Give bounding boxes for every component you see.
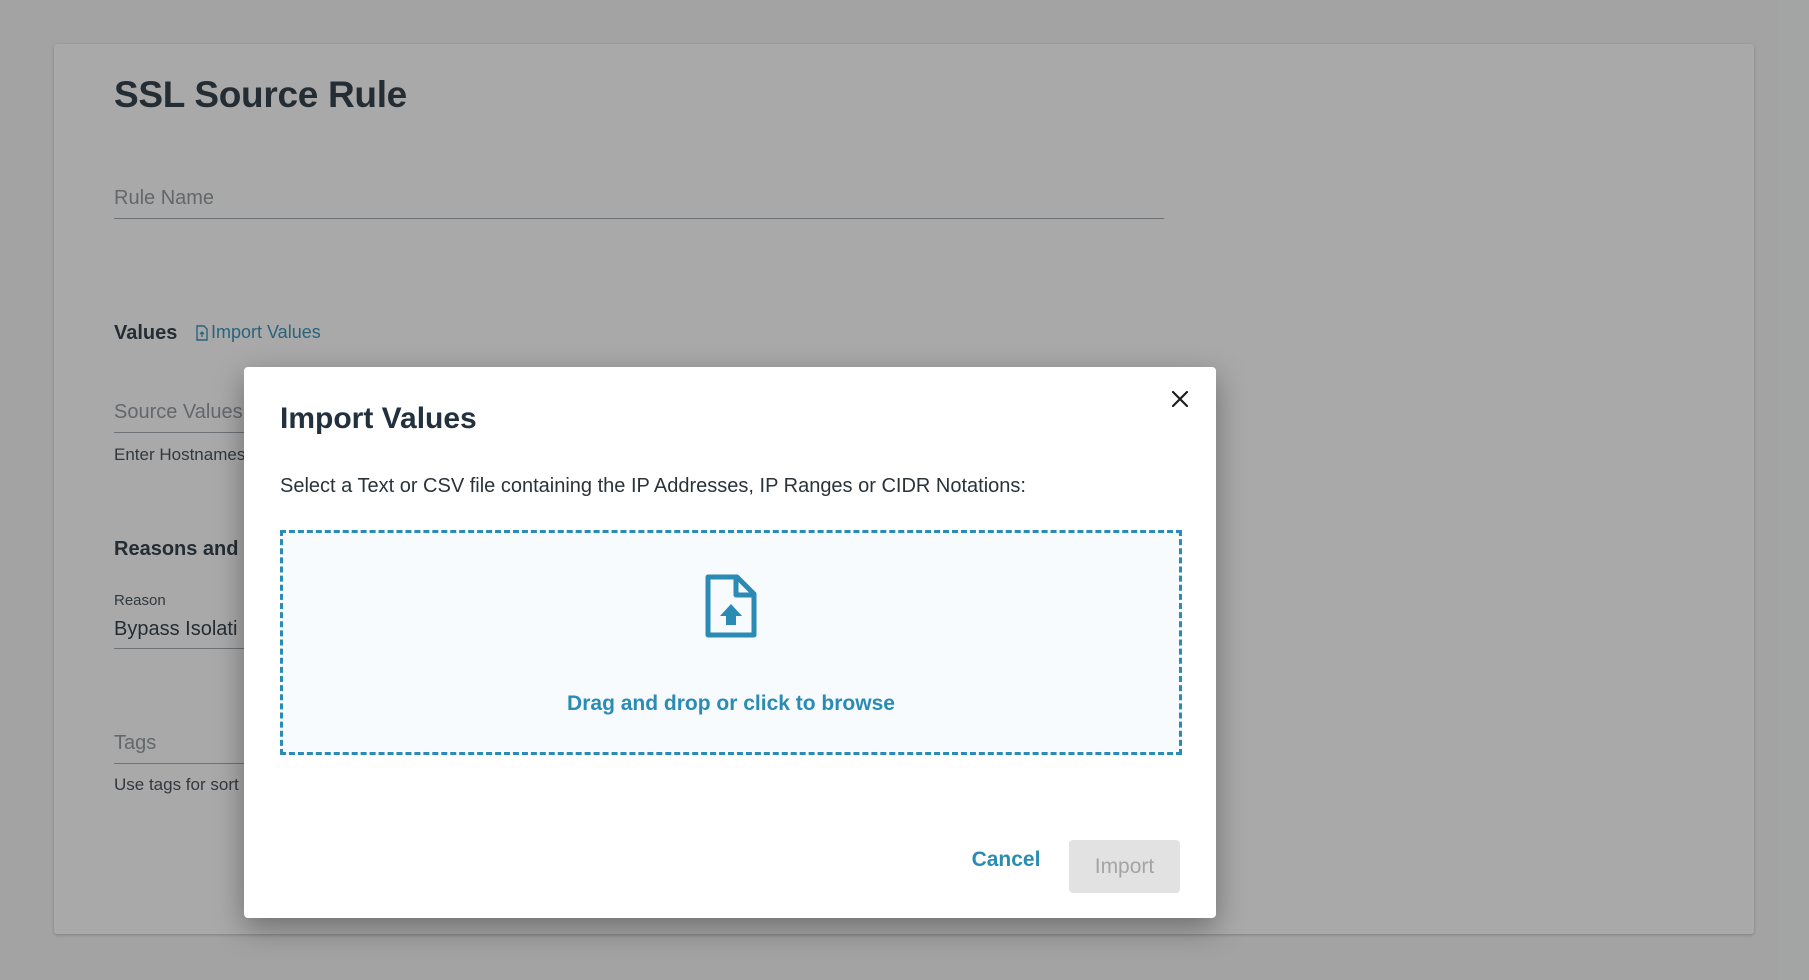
close-icon	[1171, 390, 1189, 408]
dialog-description: Select a Text or CSV file containing the…	[280, 475, 1026, 497]
import-values-dialog: Import Values Select a Text or CSV file …	[244, 367, 1216, 918]
dialog-title: Import Values	[280, 402, 477, 435]
file-upload-icon	[703, 573, 759, 639]
dropzone-text: Drag and drop or click to browse	[567, 692, 895, 715]
close-button[interactable]	[1166, 385, 1194, 413]
import-button[interactable]: Import	[1069, 840, 1180, 893]
file-dropzone[interactable]: Drag and drop or click to browse	[280, 530, 1182, 755]
cancel-button[interactable]: Cancel	[958, 839, 1054, 881]
